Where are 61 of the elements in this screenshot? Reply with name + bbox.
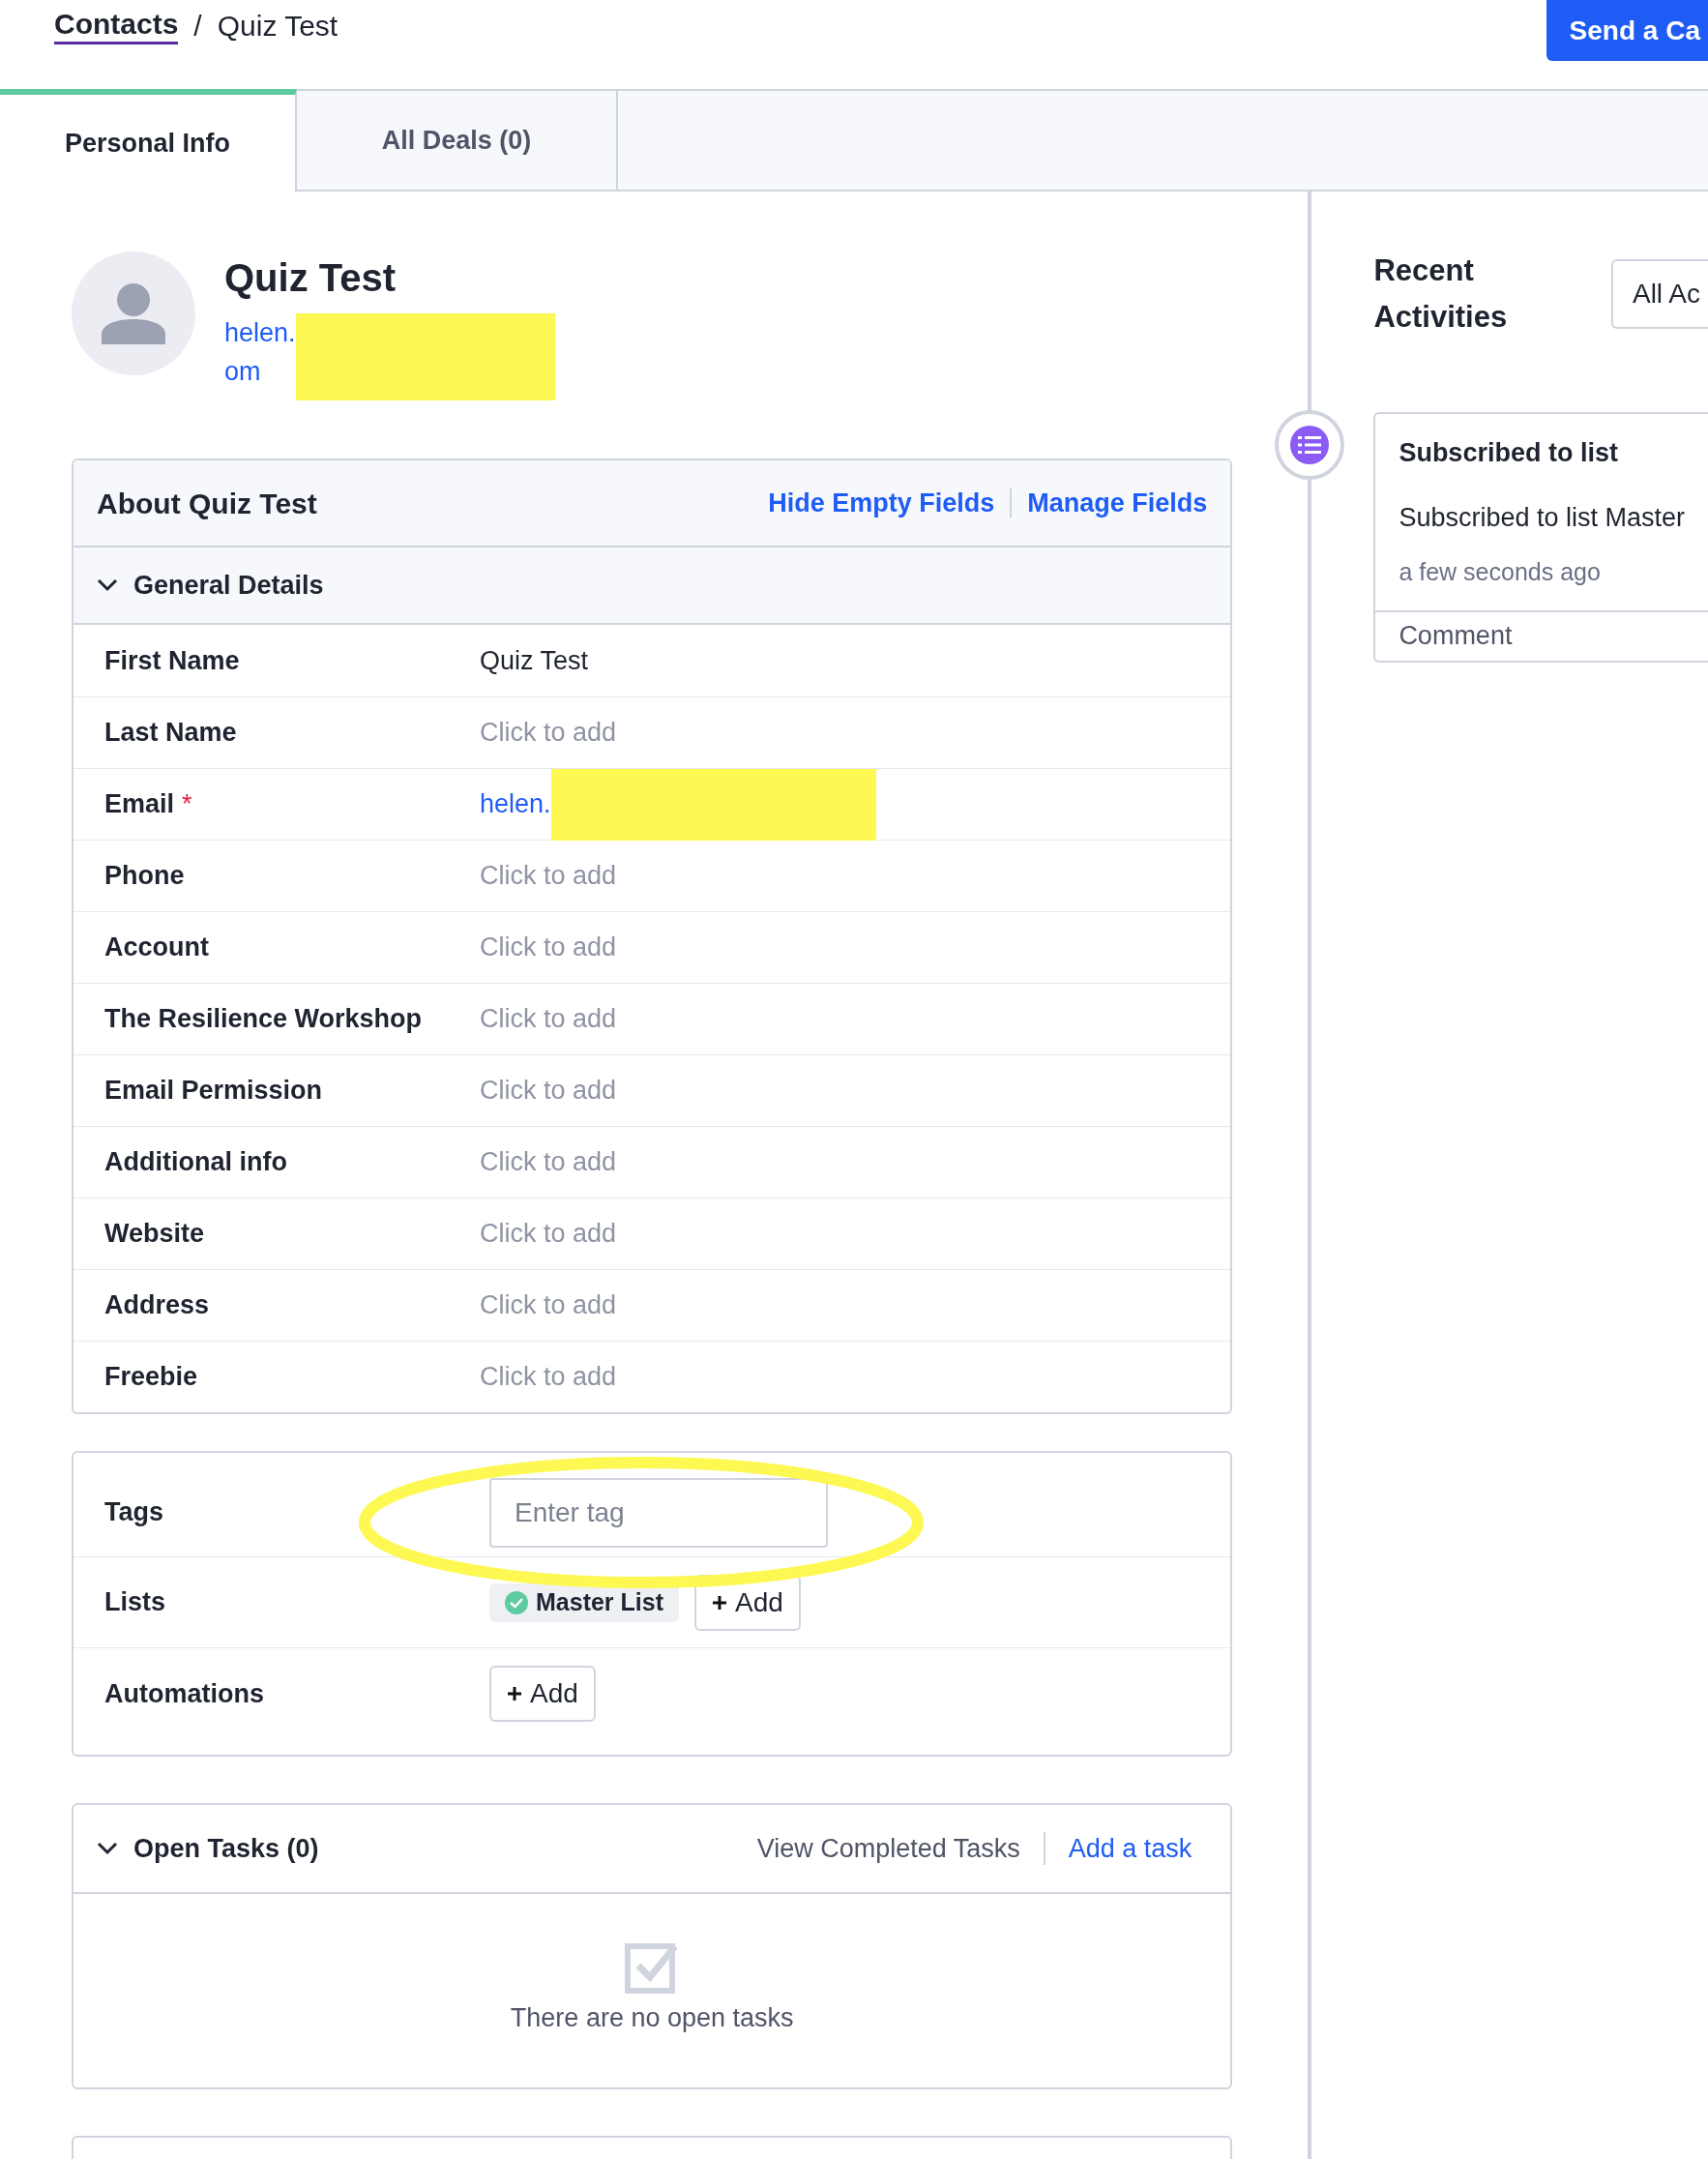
field-label: Last Name — [104, 717, 237, 750]
email-link[interactable]: helen. — [480, 784, 551, 824]
field-label: The Resilience Workshop — [104, 1003, 423, 1036]
field-placeholder[interactable]: Click to add — [480, 1357, 617, 1397]
tasks-link[interactable]: Add a task — [1068, 1828, 1193, 1869]
field-placeholder[interactable]: Click to add — [480, 1286, 617, 1325]
field-placeholder[interactable]: Click to add — [480, 1142, 617, 1182]
field-placeholder[interactable]: Click to add — [480, 999, 617, 1039]
chevron-icon[interactable] — [97, 1842, 118, 1855]
recent-title: Recent Activities — [1373, 252, 1509, 336]
field-label: Address — [104, 1289, 210, 1322]
tab[interactable]: Personal Info — [0, 89, 297, 192]
add-button[interactable]: Add — [694, 1574, 801, 1631]
empty-message: There are no open tasks — [510, 2002, 794, 2034]
check-circle-icon — [505, 1590, 528, 1614]
row-label: Lists — [104, 1586, 167, 1619]
comment-field[interactable]: Comment — [1375, 609, 1708, 661]
breadcrumb-link[interactable]: Contacts — [54, 7, 179, 44]
section-title[interactable]: General Details — [133, 565, 324, 606]
email-link[interactable]: helen. — [224, 313, 296, 352]
tab[interactable]: All Deals (0) — [297, 91, 618, 190]
field-label: Additional info — [104, 1146, 287, 1179]
field-placeholder[interactable]: Click to add — [480, 713, 617, 753]
tasks-link[interactable]: View Completed Tasks — [756, 1828, 1020, 1869]
contact-name: Quiz Test — [224, 255, 398, 301]
tasks-title[interactable]: Open Tasks (0) — [133, 1828, 319, 1869]
tag-input[interactable]: Enter tag — [489, 1477, 828, 1548]
required-asterisk: * — [182, 788, 192, 821]
card-title: About Quiz Test — [97, 486, 317, 521]
person-icon — [102, 282, 165, 344]
field-label: Phone — [104, 860, 185, 893]
checkbox-icon — [625, 1940, 680, 1995]
header-link[interactable]: Manage Fields — [1027, 483, 1208, 523]
field-label: First Name — [104, 644, 240, 677]
send-button[interactable]: Send a Ca — [1546, 0, 1708, 61]
row-label: Automations — [104, 1677, 265, 1710]
activity-detail: Subscribed to list Master — [1399, 501, 1685, 534]
activity-filter-dropdown[interactable]: All Ac — [1610, 259, 1708, 329]
field-label: Email — [104, 788, 175, 821]
field-label: Email Permission — [104, 1075, 323, 1108]
plus-icon — [507, 1686, 522, 1701]
field-label: Website — [104, 1218, 205, 1251]
row-label: Tags — [104, 1496, 164, 1529]
email-link[interactable]: om — [224, 352, 296, 391]
list-chip: Master List — [489, 1582, 679, 1622]
field-placeholder[interactable]: Click to add — [480, 928, 617, 967]
add-button[interactable]: Add — [489, 1666, 596, 1722]
field-label: Freebie — [104, 1361, 198, 1394]
activity-time: a few seconds ago — [1399, 557, 1602, 587]
breadcrumb-separator: / — [193, 9, 202, 44]
field-placeholder[interactable]: Click to add — [480, 1071, 617, 1110]
plus-icon — [712, 1594, 727, 1611]
breadcrumb-current: Quiz Test — [217, 9, 339, 44]
header-link[interactable]: Hide Empty Fields — [768, 483, 995, 523]
chevron-icon[interactable] — [97, 578, 118, 592]
field-value[interactable]: Quiz Test — [480, 640, 589, 681]
activity-title: Subscribed to list — [1399, 437, 1619, 469]
field-label: Account — [104, 932, 209, 964]
field-placeholder[interactable]: Click to add — [480, 856, 617, 896]
list-icon — [1290, 426, 1330, 464]
field-placeholder[interactable]: Click to add — [480, 1214, 617, 1254]
